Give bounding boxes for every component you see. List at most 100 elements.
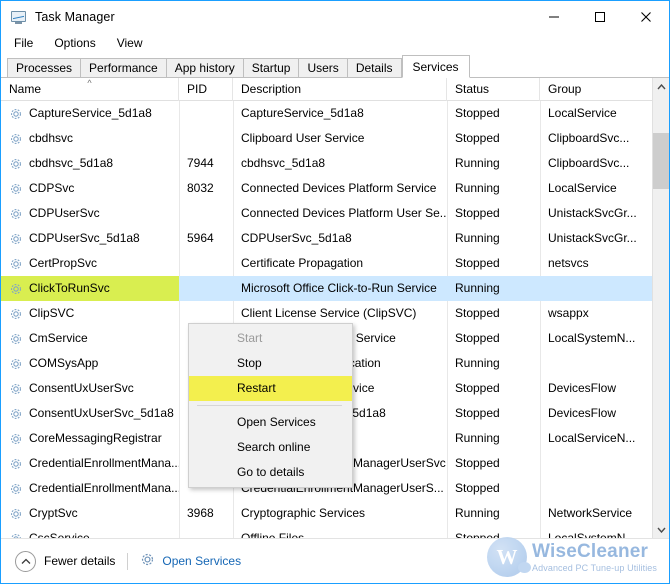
column-header-pid[interactable]: PID xyxy=(179,78,233,101)
cell-group: ClipboardSvc... xyxy=(548,156,630,170)
column-header-name[interactable]: Name ^ xyxy=(1,78,179,101)
service-gear-icon xyxy=(9,382,23,396)
table-row[interactable]: CDPUserSvc_5d1a8 5964 CDPUserSvc_5d1a8 Runn… xyxy=(1,226,669,251)
maximize-button[interactable] xyxy=(577,1,623,32)
cell-group: LocalSystemN... xyxy=(548,331,636,345)
menu-options[interactable]: Options xyxy=(51,34,104,53)
table-row[interactable]: CscService Offline Files Stopped LocalSyste… xyxy=(1,526,669,538)
task-manager-window: Task Manager File Options View Processes… xyxy=(0,0,670,584)
context-menu-item-open-services[interactable]: Open Services xyxy=(189,410,352,435)
tab-services[interactable]: Services xyxy=(401,55,470,78)
table-row[interactable]: cbdhsvc Clipboard User Service Stopped Clip… xyxy=(1,126,669,151)
cell-description: CDPUserSvc_5d1a8 xyxy=(241,231,352,245)
menu-file[interactable]: File xyxy=(11,34,42,53)
cell-name: CmService xyxy=(1,326,179,351)
cell-status: Running xyxy=(455,281,500,295)
cell-description: Connected Devices Platform Service xyxy=(241,181,437,195)
table-row[interactable]: CDPSvc 8032 Connected Devices Platform Ser… xyxy=(1,176,669,201)
context-menu-item-search-online[interactable]: Search online xyxy=(189,435,352,460)
cell-description: Cryptographic Services xyxy=(241,506,366,520)
cell-description: Connected Devices Platform User Se... xyxy=(241,206,447,220)
cell-status: Running xyxy=(455,156,500,170)
cell-group: wsappx xyxy=(548,306,589,320)
cell-status: Stopped xyxy=(455,256,500,270)
cell-group xyxy=(540,476,654,501)
cell-status: Running xyxy=(455,231,500,245)
tab-startup[interactable]: Startup xyxy=(242,58,299,78)
context-menu-item-stop[interactable]: Stop xyxy=(189,351,352,376)
task-manager-icon xyxy=(11,9,27,25)
menu-view[interactable]: View xyxy=(114,34,152,53)
window-title: Task Manager xyxy=(35,9,115,24)
service-gear-icon xyxy=(9,457,23,471)
tab-details[interactable]: Details xyxy=(346,58,402,78)
wisecleaner-watermark: W WiseCleaner Advanced PC Tune-up Utilit… xyxy=(487,537,657,577)
table-row[interactable]: ClickToRunSvc Microsoft Office Click-to-R… xyxy=(1,276,669,301)
cell-pid xyxy=(179,201,233,226)
context-menu-item-go-to-details[interactable]: Go to details xyxy=(189,460,352,485)
table-row[interactable]: CDPUserSvc Connected Devices Platform Use… xyxy=(1,201,669,226)
cell-name: CryptSvc xyxy=(1,501,179,526)
close-button[interactable] xyxy=(623,1,669,32)
cell-pid xyxy=(179,276,233,301)
service-gear-icon xyxy=(9,432,23,446)
cell-status: Stopped xyxy=(455,531,500,538)
cell-status: Stopped xyxy=(455,131,500,145)
cell-group: LocalServiceN... xyxy=(548,431,636,445)
menu-bar: File Options View xyxy=(1,32,669,55)
cell-pid xyxy=(179,126,233,151)
context-menu-item-restart[interactable]: Restart xyxy=(189,376,352,401)
service-name-label: CaptureService_5d1a8 xyxy=(29,106,152,120)
cell-name: cbdhsvc_5d1a8 xyxy=(1,151,179,176)
context-menu-item-start: Start xyxy=(237,331,263,345)
cell-name: CDPUserSvc_5d1a8 xyxy=(1,226,179,251)
cell-status: Stopped xyxy=(455,381,500,395)
tab-users[interactable]: Users xyxy=(298,58,347,78)
open-services-link[interactable]: Open Services xyxy=(140,552,241,570)
cell-pid: 3968 xyxy=(187,506,214,520)
cell-pid xyxy=(179,251,233,276)
status-bar: Fewer details Open Services W WiseCleane… xyxy=(1,537,669,583)
cell-name: CredentialEnrollmentMana... xyxy=(1,451,179,476)
vertical-scrollbar[interactable] xyxy=(652,78,669,538)
service-name-label: CredentialEnrollmentMana... xyxy=(29,481,179,495)
tab-processes[interactable]: Processes xyxy=(7,58,81,78)
minimize-button[interactable] xyxy=(531,1,577,32)
cell-name: ConsentUxUserSvc_5d1a8 xyxy=(1,401,179,426)
table-row[interactable]: CertPropSvc Certificate Propagation Stoppe… xyxy=(1,251,669,276)
table-row[interactable]: cbdhsvc_5d1a8 7944 cbdhsvc_5d1a8 Running Cli… xyxy=(1,151,669,176)
cell-group: DevicesFlow xyxy=(548,406,617,420)
tab-performance[interactable]: Performance xyxy=(80,58,166,78)
scroll-up-arrow[interactable] xyxy=(653,78,669,95)
scroll-down-arrow[interactable] xyxy=(653,521,669,538)
scrollbar-thumb[interactable] xyxy=(653,133,669,189)
cell-group: netsvcs xyxy=(548,256,589,270)
cell-name: CertPropSvc xyxy=(1,251,179,276)
title-bar: Task Manager xyxy=(1,1,669,32)
service-gear-icon xyxy=(9,507,23,521)
context-menu[interactable]: Start Stop Restart Open Services Search onli… xyxy=(188,323,353,488)
service-gear-icon xyxy=(9,407,23,421)
service-name-label: ClipSVC xyxy=(29,306,75,320)
cell-pid: 7944 xyxy=(187,156,214,170)
service-name-label: cbdhsvc_5d1a8 xyxy=(29,156,114,170)
fewer-details-button[interactable]: Fewer details xyxy=(15,550,116,572)
tab-app-history[interactable]: App history xyxy=(165,58,243,78)
watermark-badge: W xyxy=(487,537,532,577)
column-header-status[interactable]: Status xyxy=(447,78,540,101)
table-row[interactable]: CaptureService_5d1a8 CaptureService_5d1a8… xyxy=(1,101,669,126)
column-header-description[interactable]: Description xyxy=(233,78,447,101)
fewer-details-label: Fewer details xyxy=(44,554,116,568)
cell-name: CaptureService_5d1a8 xyxy=(1,101,179,126)
cell-description: CaptureService_5d1a8 xyxy=(241,106,364,120)
service-gear-icon xyxy=(9,132,23,146)
service-gear-icon xyxy=(9,207,23,221)
cell-status: Running xyxy=(455,431,500,445)
column-header-group[interactable]: Group xyxy=(540,78,654,101)
cell-description: cbdhsvc_5d1a8 xyxy=(241,156,326,170)
chevron-up-circle-icon xyxy=(15,550,36,572)
service-gear-icon xyxy=(9,232,23,246)
service-gear-icon xyxy=(9,332,23,346)
cell-group xyxy=(540,351,654,376)
table-row[interactable]: CryptSvc 3968 Cryptographic Services Runnin… xyxy=(1,501,669,526)
